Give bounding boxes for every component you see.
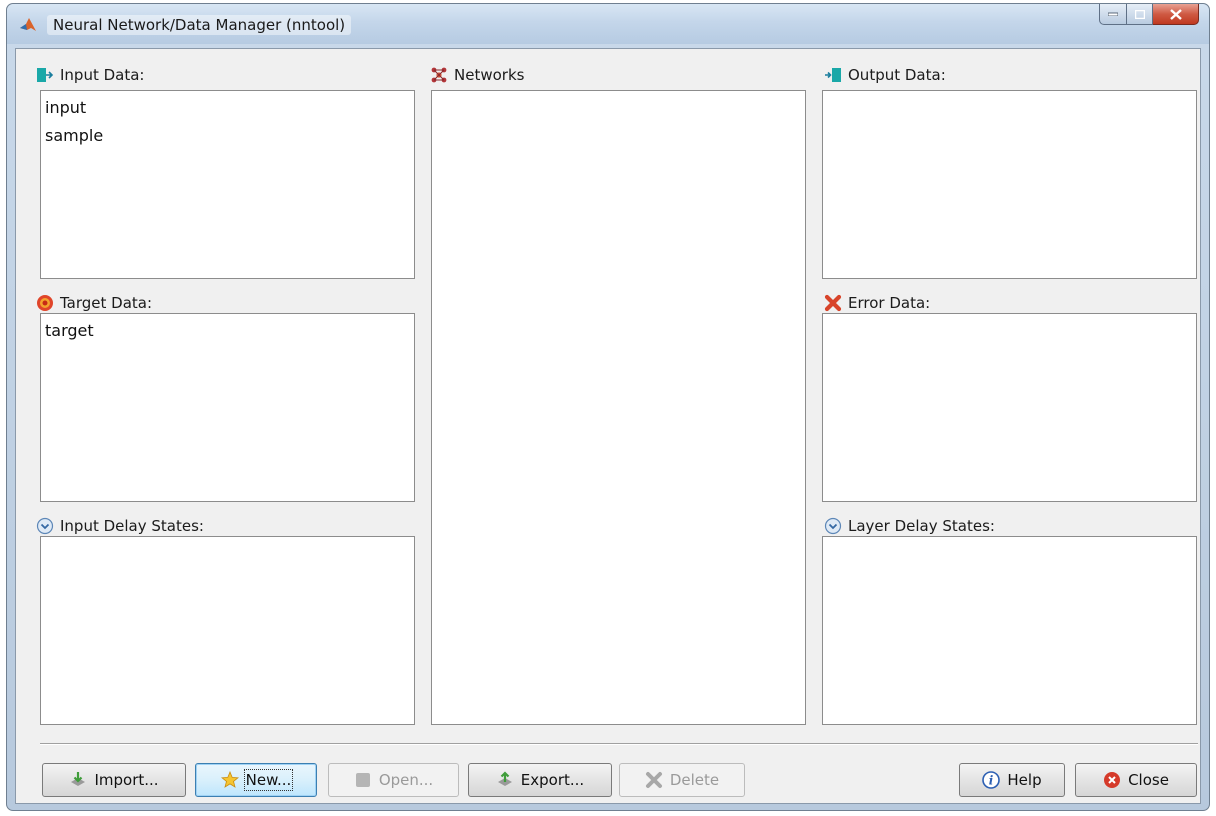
- close-label: Close: [1128, 771, 1169, 789]
- layer-delay-states-label: Layer Delay States:: [848, 517, 995, 535]
- minimize-icon: [1108, 12, 1118, 16]
- new-button[interactable]: New...: [195, 763, 317, 797]
- nntool-window: Neural Network/Data Manager (nntool) Inp…: [6, 3, 1210, 811]
- close-window-button[interactable]: [1153, 4, 1199, 25]
- output-data-list[interactable]: [822, 90, 1197, 279]
- list-item[interactable]: target: [44, 317, 411, 345]
- target-data-label: Target Data:: [60, 294, 153, 312]
- minimize-button[interactable]: [1099, 4, 1127, 25]
- networks-label: Networks: [454, 66, 525, 84]
- list-item[interactable]: input: [44, 94, 411, 122]
- separator: [40, 743, 1198, 745]
- close-button[interactable]: Close: [1075, 763, 1197, 797]
- close-circle-icon: [1104, 772, 1121, 788]
- input-delay-states-list[interactable]: [40, 536, 415, 725]
- new-label: New...: [243, 769, 294, 791]
- export-icon: [497, 771, 512, 786]
- delete-x-icon: [645, 772, 662, 788]
- maximize-button[interactable]: [1127, 4, 1153, 25]
- close-icon: [1169, 8, 1182, 20]
- caption-buttons: [1099, 4, 1199, 26]
- target-data-header: Target Data:: [36, 293, 152, 313]
- open-icon: [355, 773, 370, 787]
- import-button[interactable]: Import...: [42, 763, 186, 797]
- error-data-label: Error Data:: [848, 294, 931, 312]
- input-arrow-icon: [37, 68, 54, 82]
- input-delay-states-label: Input Delay States:: [60, 517, 204, 535]
- target-icon: [37, 295, 53, 311]
- input-data-list[interactable]: input sample: [40, 90, 415, 279]
- input-data-header: Input Data:: [36, 65, 144, 85]
- input-delay-states-header: Input Delay States:: [36, 516, 204, 536]
- title-bar[interactable]: Neural Network/Data Manager (nntool): [7, 4, 1209, 44]
- open-label: Open...: [378, 771, 434, 789]
- error-x-icon: [824, 294, 842, 312]
- chevron-circle-icon: [36, 517, 54, 535]
- chevron-circle-icon: [824, 517, 842, 535]
- networks-list[interactable]: [431, 90, 806, 725]
- help-icon: i: [982, 771, 1001, 789]
- delete-button[interactable]: Delete: [619, 763, 745, 797]
- window-title: Neural Network/Data Manager (nntool): [47, 15, 352, 35]
- list-item[interactable]: sample: [44, 122, 411, 150]
- export-label: Export...: [520, 771, 585, 789]
- matlab-logo-icon: [20, 18, 36, 31]
- output-data-header: Output Data:: [824, 65, 946, 85]
- help-button[interactable]: i Help: [959, 763, 1065, 797]
- import-icon: [71, 772, 86, 786]
- networks-header: Networks: [430, 65, 524, 85]
- input-data-label: Input Data:: [60, 66, 145, 84]
- delete-label: Delete: [669, 771, 720, 789]
- new-star-icon: [220, 771, 239, 788]
- maximize-icon: [1134, 9, 1145, 19]
- svg-text:i: i: [989, 774, 994, 788]
- target-data-list[interactable]: target: [40, 313, 415, 502]
- output-data-label: Output Data:: [848, 66, 946, 84]
- export-button[interactable]: Export...: [468, 763, 612, 797]
- layer-delay-states-header: Layer Delay States:: [824, 516, 995, 536]
- help-label: Help: [1007, 771, 1042, 789]
- open-button[interactable]: Open...: [328, 763, 459, 797]
- error-data-list[interactable]: [822, 313, 1197, 502]
- error-data-header: Error Data:: [824, 293, 930, 313]
- dialog-content: Input Data: input sample Target Data: ta…: [15, 48, 1201, 804]
- layer-delay-states-list[interactable]: [822, 536, 1197, 725]
- import-label: Import...: [94, 771, 159, 789]
- network-icon: [431, 67, 447, 83]
- output-arrow-icon: [825, 68, 841, 82]
